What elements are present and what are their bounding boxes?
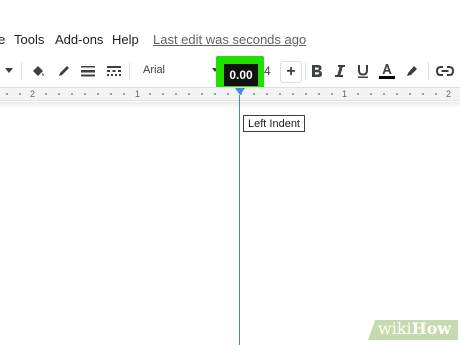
ruler-tick [149, 93, 151, 95]
ruler-tick [292, 93, 294, 95]
ruler-tick [383, 93, 385, 95]
ruler-tick [71, 93, 73, 95]
ruler-tick [422, 93, 424, 95]
ruler-tick [84, 93, 86, 95]
paint-bucket-icon[interactable] [28, 56, 48, 86]
toolbar-divider [428, 62, 429, 80]
text-color-icon[interactable] [377, 56, 397, 86]
ruler-label: 2 [446, 89, 452, 99]
ruler-tick [370, 93, 372, 95]
toolbar-divider [129, 62, 130, 80]
ruler-tick [45, 93, 47, 95]
ruler-label: 1 [342, 89, 348, 99]
ruler-tick [58, 93, 60, 95]
border-weight-icon[interactable] [78, 56, 98, 86]
page-top-edge [0, 102, 460, 108]
ruler-tick [188, 93, 190, 95]
ruler-tick [357, 93, 359, 95]
underline-icon[interactable] [354, 56, 372, 86]
increase-font-size-button[interactable]: + [280, 61, 302, 83]
left-indent-tooltip: Left Indent [243, 115, 305, 132]
ruler-tick [253, 93, 255, 95]
toolbar-divider [305, 62, 306, 80]
horizontal-ruler[interactable]: 2 1 1 2 [0, 87, 460, 101]
border-dash-icon[interactable] [104, 56, 124, 86]
font-family-select[interactable]: Arial [143, 64, 165, 76]
link-icon[interactable] [434, 56, 456, 86]
menu-add-ons[interactable]: Add-ons [55, 32, 103, 47]
ruler-tick [305, 93, 307, 95]
pencil-icon[interactable] [54, 56, 74, 86]
caret-down-icon[interactable] [2, 56, 16, 86]
ruler-tick [123, 93, 125, 95]
ruler-tick [266, 93, 268, 95]
menu-bar: e Tools Add-ons Help Last edit was secon… [0, 26, 460, 54]
ruler-tick [162, 93, 164, 95]
toolbar-divider [21, 62, 22, 80]
watermark-text: wikiHow [378, 319, 451, 338]
menu-help[interactable]: Help [112, 32, 139, 47]
ruler-tick [227, 93, 229, 95]
menu-tools[interactable]: Tools [14, 32, 44, 47]
font-size-input[interactable]: 0.00 [224, 64, 258, 86]
ruler-tick [110, 93, 112, 95]
indent-guide-line [239, 95, 240, 345]
bold-icon[interactable] [308, 56, 326, 86]
ruler-tick [175, 93, 177, 95]
watermark-prefix: wiki [378, 319, 412, 338]
ruler-tick [409, 93, 411, 95]
ruler-tick [318, 93, 320, 95]
italic-icon[interactable] [331, 56, 349, 86]
last-edit-link[interactable]: Last edit was seconds ago [153, 32, 306, 47]
ruler-tick [435, 93, 437, 95]
ruler-tick [214, 93, 216, 95]
ruler-tick [19, 93, 21, 95]
ruler-tick [396, 93, 398, 95]
ruler-label: 1 [135, 89, 141, 99]
wikihow-watermark: wikiHow [368, 318, 458, 342]
ruler-tick [279, 93, 281, 95]
ruler-tick [331, 93, 333, 95]
ruler-label: 2 [30, 89, 36, 99]
highlight-icon[interactable] [402, 56, 422, 86]
left-indent-marker[interactable] [235, 88, 245, 95]
ruler-tick [97, 93, 99, 95]
ruler-tick [201, 93, 203, 95]
menu-format[interactable]: e [0, 32, 5, 47]
font-size-digit: 4 [264, 64, 271, 78]
ruler-tick [6, 93, 8, 95]
watermark-suffix: How [411, 319, 452, 338]
